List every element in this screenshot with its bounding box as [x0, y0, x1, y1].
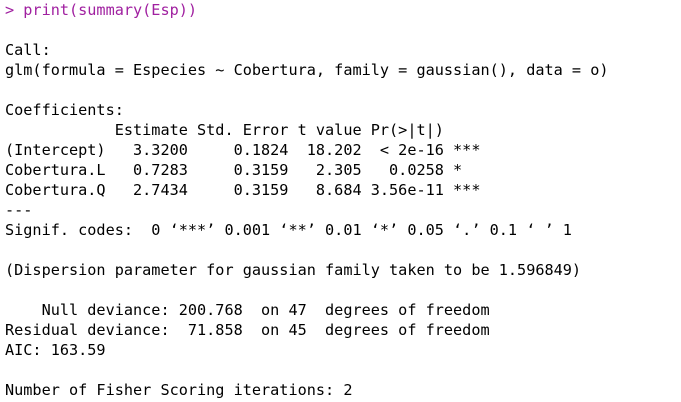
output-line-blank — [5, 20, 681, 40]
coefficients-row-intercept: (Intercept) 3.3200 0.1824 18.202 < 2e-16… — [5, 141, 481, 159]
dispersion-parameter: (Dispersion parameter for gaussian famil… — [5, 261, 582, 279]
output-line-blank — [5, 80, 681, 100]
fisher-scoring-iterations: Number of Fisher Scoring iterations: 2 — [5, 381, 353, 399]
coefficients-row-cobertura-q: Cobertura.Q 2.7434 0.3159 8.684 3.56e-11… — [5, 181, 481, 199]
output-separator: --- — [5, 201, 33, 219]
output-line-blank — [5, 280, 681, 300]
output-line-blank — [5, 240, 681, 260]
residual-deviance: Residual deviance: 71.858 on 45 degrees … — [5, 321, 490, 339]
output-line-blank — [5, 360, 681, 380]
null-deviance: Null deviance: 200.768 on 47 degrees of … — [5, 301, 490, 319]
output-call-formula: glm(formula = Especies ~ Cobertura, fami… — [5, 61, 609, 79]
signif-codes-legend: Signif. codes: 0 ‘***’ 0.001 ‘**’ 0.01 ‘… — [5, 221, 572, 239]
console-command: > print(summary(Esp)) — [5, 1, 198, 19]
coefficients-table-header: Estimate Std. Error t value Pr(>|t|) — [5, 121, 481, 139]
output-call-heading: Call: — [5, 41, 51, 59]
output-coefficients-heading: Coefficients: — [5, 101, 124, 119]
coefficients-row-cobertura-l: Cobertura.L 0.7283 0.3159 2.305 0.0258 * — [5, 161, 481, 179]
aic-value: AIC: 163.59 — [5, 341, 106, 359]
r-console-output: > print(summary(Esp)) Call: glm(formula … — [0, 0, 681, 402]
